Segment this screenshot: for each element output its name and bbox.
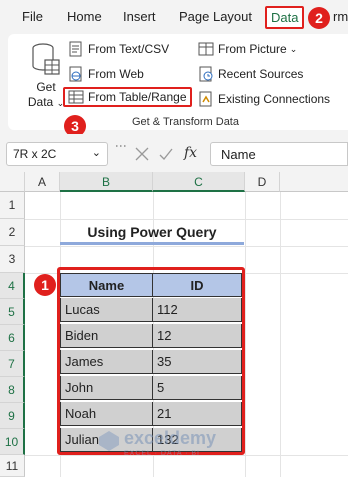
tab-page-layout[interactable]: Page Layout — [179, 9, 252, 24]
title-underline — [60, 242, 244, 245]
watermark-tagline: EXCEL · DATA · BI — [124, 450, 200, 457]
step-2-badge: 2 — [308, 7, 330, 29]
from-table-range-label: From Table/Range — [88, 90, 187, 104]
text-file-icon — [69, 41, 82, 57]
row-header-7[interactable]: 7 — [0, 351, 25, 377]
select-all-corner[interactable] — [0, 172, 25, 192]
row-header-6[interactable]: 6 — [0, 325, 25, 351]
existing-connections-button[interactable]: Existing Connections — [198, 89, 330, 109]
web-icon — [69, 66, 82, 82]
gridline — [280, 192, 281, 477]
column-header-e-partial[interactable] — [280, 172, 348, 192]
chevron-down-icon[interactable]: ⌄ — [92, 146, 101, 159]
step-1-badge: 1 — [34, 274, 56, 296]
row-header-8[interactable]: 8 — [0, 377, 25, 403]
row-header-1[interactable]: 1 — [0, 192, 25, 219]
row-header-2[interactable]: 2 — [0, 219, 25, 246]
tab-formulas-partial[interactable]: rm — [333, 9, 348, 24]
watermark-name: exceldemy — [124, 428, 217, 448]
watermark-logo-icon — [99, 431, 119, 451]
clock-file-icon — [199, 66, 213, 82]
table-selection-highlight — [57, 267, 245, 455]
from-web-button[interactable]: From Web — [68, 64, 144, 84]
watermark: exceldemy EXCEL · DATA · BI — [98, 428, 258, 468]
name-box[interactable]: 7R x 2C ⌄ — [6, 142, 108, 166]
tab-file[interactable]: File — [22, 9, 43, 24]
gridline — [25, 246, 348, 247]
row-header-5[interactable]: 5 — [0, 299, 25, 325]
database-icon — [32, 43, 60, 75]
from-picture-label: From Picture — [218, 42, 287, 56]
get-data-label-2: Data — [27, 95, 54, 109]
row-header-10[interactable]: 10 — [0, 429, 25, 455]
group-label: Get & Transform Data — [132, 116, 239, 128]
row-header-11[interactable]: 11 — [0, 455, 25, 477]
row-header-3[interactable]: 3 — [0, 246, 25, 273]
insert-function-icon[interactable]: fx — [184, 145, 197, 161]
recent-sources-button[interactable]: Recent Sources — [198, 64, 303, 84]
ribbon-tab-bar: File Home Insert Page Layout Data rm 2 — [0, 0, 348, 34]
row-header-4[interactable]: 4 — [0, 273, 25, 299]
name-box-value: 7R x 2C — [13, 147, 57, 161]
connections-icon — [199, 91, 212, 107]
existing-connections-label: Existing Connections — [218, 92, 331, 106]
from-table-range-button[interactable]: From Table/Range — [63, 87, 192, 107]
formula-controls: ⋮ fx — [114, 140, 206, 166]
cancel-icon[interactable] — [134, 146, 150, 162]
from-web-label: From Web — [88, 67, 144, 81]
picture-table-icon — [198, 42, 214, 56]
tab-data[interactable]: Data — [265, 6, 305, 29]
column-header-c[interactable]: C — [153, 172, 245, 192]
chevron-down-icon: ⌄ — [289, 43, 298, 54]
formula-bar: 7R x 2C ⌄ ⋮ fx Name — [0, 134, 348, 172]
gridline — [25, 219, 348, 220]
worksheet-grid[interactable]: A B C D 1 2 3 4 5 6 7 8 9 10 11 Using Po… — [0, 172, 348, 477]
enter-check-icon[interactable] — [158, 146, 174, 162]
from-text-csv-label: From Text/CSV — [88, 42, 170, 56]
ribbon: Get Data ⌄ From Text/CSV From Web From T… — [0, 34, 348, 137]
tab-insert[interactable]: Insert — [123, 9, 156, 24]
tab-home[interactable]: Home — [67, 9, 102, 24]
column-header-a[interactable]: A — [25, 172, 60, 192]
column-header-b[interactable]: B — [60, 172, 153, 192]
table-icon — [68, 90, 84, 104]
formula-input[interactable]: Name — [210, 142, 348, 166]
ribbon-panel: Get Data ⌄ From Text/CSV From Web From T… — [8, 34, 348, 137]
get-data-label-1: Get — [36, 80, 56, 94]
recent-sources-label: Recent Sources — [218, 67, 304, 81]
from-picture-button[interactable]: From Picture ⌄ — [198, 39, 297, 59]
column-header-d[interactable]: D — [245, 172, 280, 192]
from-text-csv-button[interactable]: From Text/CSV — [68, 39, 169, 59]
more-options-icon[interactable]: ⋮ — [114, 140, 128, 152]
row-header-9[interactable]: 9 — [0, 403, 25, 429]
sheet-title: Using Power Query — [87, 224, 217, 240]
